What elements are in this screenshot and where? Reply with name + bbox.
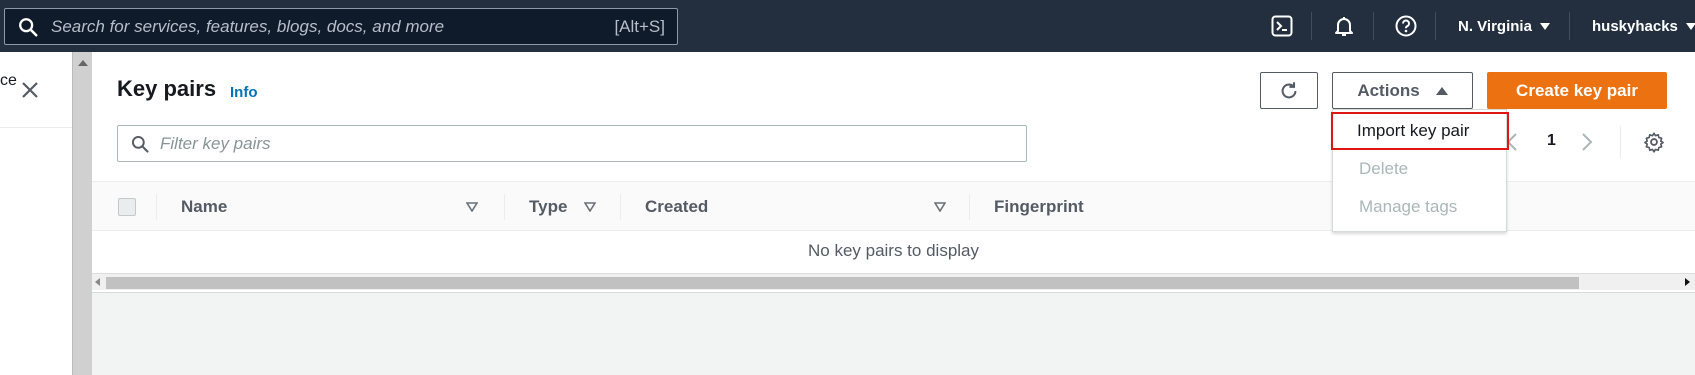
nav-divider	[1311, 12, 1312, 40]
region-label: N. Virginia	[1458, 18, 1532, 35]
menu-item-delete: Delete	[1359, 159, 1409, 178]
username-label: huskyhacks	[1592, 18, 1678, 35]
divider	[1620, 126, 1621, 158]
gear-icon[interactable]	[1643, 131, 1665, 153]
page-number[interactable]: 1	[1547, 132, 1556, 150]
chevron-right-icon[interactable]	[1580, 132, 1594, 152]
notifications-bell-icon[interactable]	[1332, 14, 1356, 38]
divider	[0, 127, 72, 128]
column-divider	[156, 194, 157, 220]
search-placeholder: Search for services, features, blogs, do…	[51, 16, 445, 36]
sort-icon[interactable]	[934, 202, 946, 212]
menu-item-import-key-pair[interactable]: Import key pair	[1331, 112, 1509, 150]
side-panel: ce	[0, 52, 72, 375]
scroll-right-arrow-icon[interactable]	[1685, 278, 1690, 286]
top-navigation-bar: Search for services, features, blogs, do…	[0, 0, 1695, 52]
actions-dropdown-button[interactable]: Actions	[1332, 72, 1473, 109]
column-header-name[interactable]: Name	[181, 197, 227, 217]
sort-icon[interactable]	[466, 202, 478, 212]
account-menu[interactable]: huskyhacks	[1592, 18, 1695, 35]
nav-divider	[1569, 12, 1570, 40]
refresh-icon	[1281, 81, 1297, 98]
column-header-created[interactable]: Created	[645, 197, 708, 217]
search-icon	[131, 135, 149, 153]
close-icon[interactable]	[20, 80, 40, 100]
side-panel-partial-text: ce	[0, 72, 17, 89]
scrollbar-thumb[interactable]	[106, 277, 1579, 289]
column-header-fingerprint[interactable]: Fingerprint	[994, 197, 1084, 217]
info-link[interactable]: Info	[230, 84, 258, 101]
refresh-button[interactable]	[1260, 72, 1318, 109]
help-icon[interactable]	[1394, 14, 1418, 38]
region-selector[interactable]: N. Virginia	[1458, 18, 1550, 35]
column-divider	[620, 194, 621, 220]
scroll-left-arrow-icon[interactable]	[95, 278, 100, 286]
global-search-input[interactable]: Search for services, features, blogs, do…	[4, 8, 678, 45]
nav-divider	[1373, 12, 1374, 40]
main-content: Key pairs Info Filter key pairs Actions …	[92, 52, 1695, 375]
chevron-down-icon	[1685, 23, 1695, 30]
nav-divider	[1435, 12, 1436, 40]
caret-up-icon	[1435, 86, 1448, 95]
select-all-checkbox[interactable]	[118, 198, 136, 216]
empty-state-message: No key pairs to display	[807, 241, 980, 260]
search-shortcut-hint: [Alt+S]	[614, 16, 665, 36]
key-pairs-table-container: Key pairs Info Filter key pairs Actions …	[92, 52, 1695, 293]
scroll-up-arrow-icon[interactable]	[78, 60, 88, 66]
page-title: Key pairs	[117, 76, 217, 101]
search-icon	[19, 17, 38, 37]
vertical-scrollbar[interactable]	[72, 52, 92, 375]
chevron-down-icon	[1539, 23, 1550, 30]
filter-placeholder: Filter key pairs	[160, 133, 271, 153]
cloudshell-icon[interactable]	[1270, 14, 1294, 38]
filter-key-pairs-input[interactable]: Filter key pairs	[117, 125, 1027, 162]
column-header-type[interactable]: Type	[529, 197, 567, 217]
actions-label: Actions	[1357, 80, 1420, 100]
column-divider	[969, 194, 970, 220]
horizontal-scrollbar[interactable]	[92, 273, 1695, 290]
create-key-pair-button[interactable]: Create key pair	[1487, 72, 1667, 109]
actions-dropdown-menu: Import key pair Delete Manage tags	[1331, 109, 1509, 232]
sort-icon[interactable]	[584, 202, 596, 212]
column-divider	[504, 194, 505, 220]
menu-item-manage-tags: Manage tags	[1359, 197, 1458, 216]
